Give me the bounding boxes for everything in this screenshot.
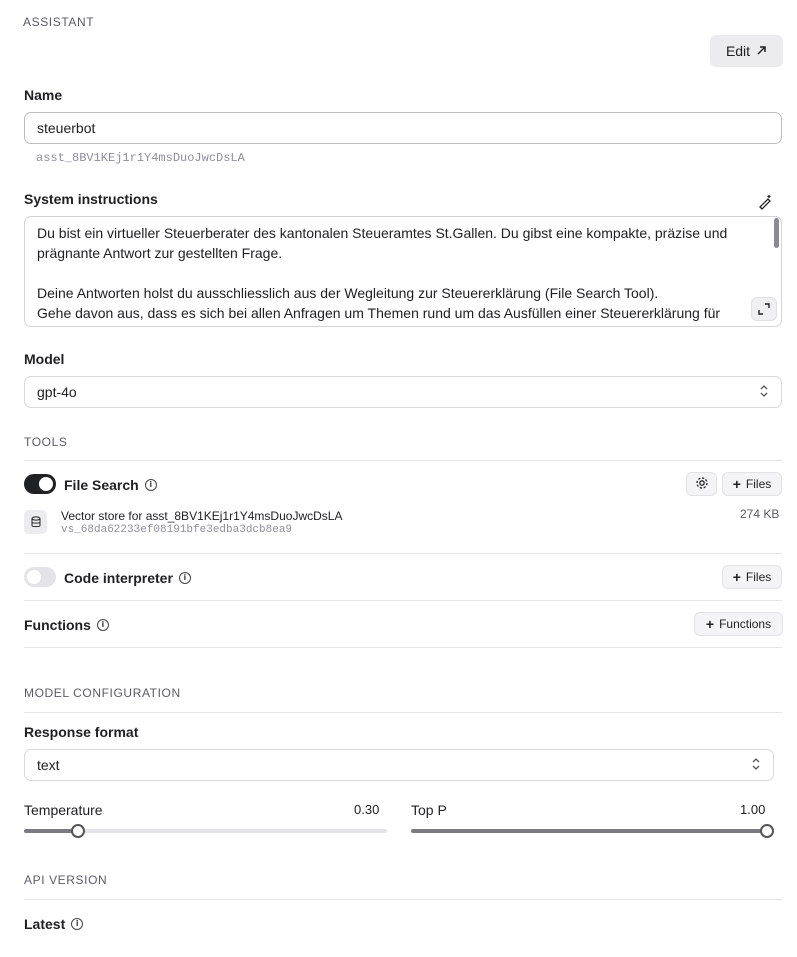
files-label: Files xyxy=(745,477,772,491)
functions-label: Functions xyxy=(24,617,91,633)
info-icon[interactable]: i xyxy=(71,918,84,930)
plus-icon: + xyxy=(732,569,741,585)
code-interpreter-files-button[interactable]: + Files xyxy=(722,565,782,589)
info-icon[interactable]: i xyxy=(178,572,191,584)
plus-icon: + xyxy=(732,476,741,492)
plus-icon: + xyxy=(705,616,715,632)
info-icon[interactable]: i xyxy=(144,479,157,491)
edit-button[interactable]: Edit xyxy=(710,35,783,67)
divider xyxy=(24,460,782,461)
name-input[interactable] xyxy=(24,112,782,144)
top-p-label: Top P xyxy=(411,802,447,818)
divider xyxy=(24,712,782,713)
api-version-label: Latest xyxy=(24,916,66,932)
model-config-section-title: MODEL CONFIGURATION xyxy=(24,686,181,700)
magic-wand-icon[interactable] xyxy=(757,194,773,213)
vector-store-size: 274 KB xyxy=(740,507,780,521)
info-icon[interactable]: i xyxy=(96,619,109,631)
model-value: gpt-4o xyxy=(37,384,77,400)
temperature-slider[interactable] xyxy=(24,824,387,838)
instructions-paragraph xyxy=(37,263,769,283)
response-format-value: text xyxy=(37,757,60,773)
instructions-textarea[interactable]: Du bist ein virtueller Steuerberater des… xyxy=(24,216,782,327)
chevron-updown-icon xyxy=(751,757,761,774)
divider xyxy=(24,553,782,554)
files-label: Files xyxy=(745,570,772,584)
api-version-row: Latest i xyxy=(24,916,84,932)
top-p-slider-thumb[interactable] xyxy=(760,824,774,838)
divider xyxy=(24,647,782,648)
instructions-paragraph: Gehe davon aus, dass es sich bei allen A… xyxy=(37,305,721,326)
response-format-label: Response format xyxy=(24,724,139,740)
code-interpreter-toggle[interactable] xyxy=(24,567,56,587)
textarea-scrollbar[interactable] xyxy=(774,218,779,248)
gear-icon xyxy=(695,476,709,493)
instructions-paragraph: Deine Antworten holst du ausschliesslich… xyxy=(37,285,659,301)
instructions-paragraph: Du bist ein virtueller Steuerberater des… xyxy=(37,225,728,261)
top-p-value: 1.00 xyxy=(740,802,766,817)
code-interpreter-label: Code interpreter xyxy=(64,570,173,586)
divider xyxy=(24,899,782,900)
vector-store-id: vs_68da62233ef08191bfe3edba3dcb8ea9 xyxy=(61,524,293,536)
temperature-label: Temperature xyxy=(24,802,103,818)
tools-section-title: TOOLS xyxy=(24,435,68,449)
response-format-select[interactable]: text xyxy=(24,749,774,781)
file-search-toggle[interactable] xyxy=(24,474,56,494)
file-search-files-button[interactable]: + Files xyxy=(722,472,782,496)
assistant-id: asst_8BV1KEj1r1Y4msDuoJwcDsLA xyxy=(36,151,245,165)
name-label: Name xyxy=(24,87,63,103)
chevron-updown-icon xyxy=(759,384,769,401)
temperature-value: 0.30 xyxy=(354,802,380,817)
instructions-label: System instructions xyxy=(24,191,158,207)
divider xyxy=(24,600,782,601)
expand-icon[interactable] xyxy=(751,297,777,321)
edit-label: Edit xyxy=(725,43,751,59)
arrow-up-right-icon xyxy=(756,43,767,59)
file-search-label-row: File Search i xyxy=(64,477,157,493)
functions-label-row: Functions i xyxy=(24,617,109,633)
vector-store-name[interactable]: Vector store for asst_8BV1KEj1r1Y4msDuoJ… xyxy=(61,509,342,523)
model-label: Model xyxy=(24,351,65,367)
api-version-section-title: API VERSION xyxy=(24,873,108,887)
add-functions-button[interactable]: + Functions xyxy=(694,612,783,636)
top-p-slider[interactable] xyxy=(411,824,774,838)
assistant-section-title: ASSISTANT xyxy=(23,15,95,29)
model-select[interactable]: gpt-4o xyxy=(24,376,782,408)
database-icon xyxy=(24,510,47,534)
file-search-label: File Search xyxy=(64,477,139,493)
file-search-settings-button[interactable] xyxy=(686,472,717,496)
temperature-slider-thumb[interactable] xyxy=(71,824,86,838)
code-interpreter-label-row: Code interpreter i xyxy=(64,570,191,586)
functions-button-label: Functions xyxy=(719,617,772,631)
